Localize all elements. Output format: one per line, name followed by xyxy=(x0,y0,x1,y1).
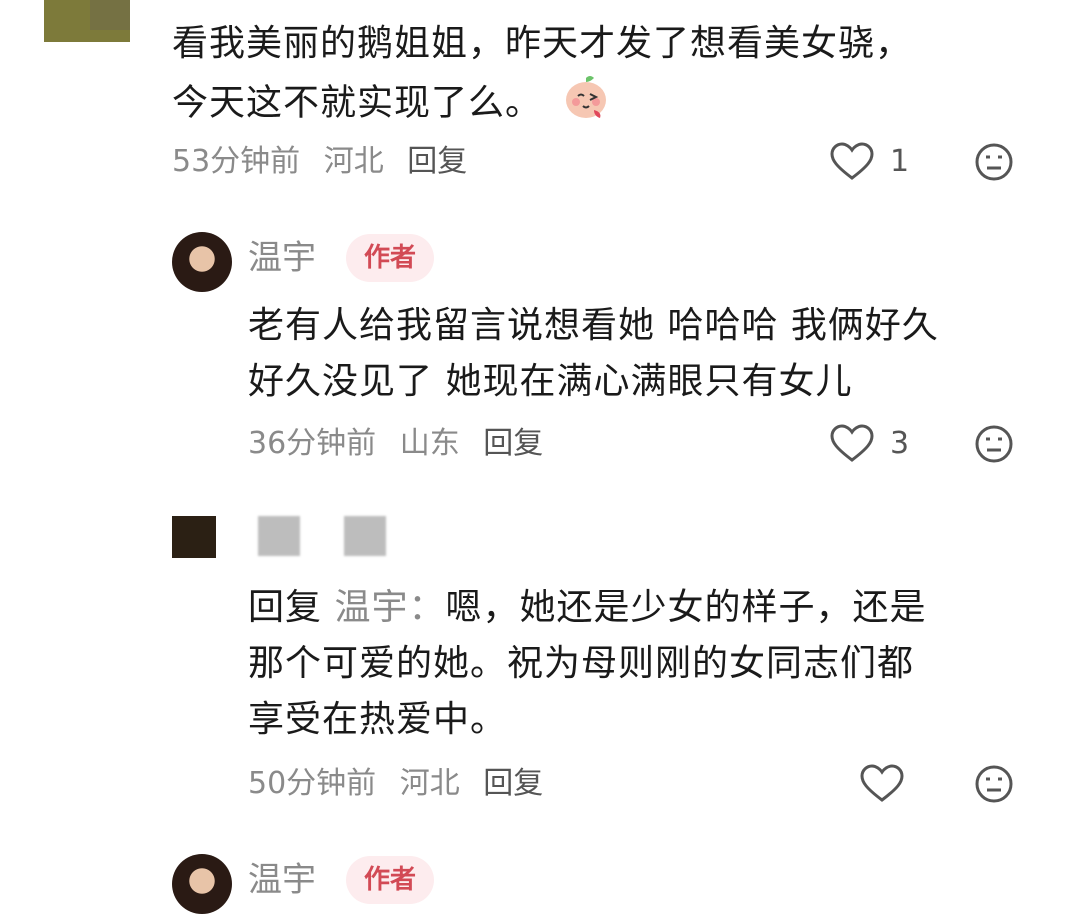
like-button[interactable] xyxy=(860,764,904,808)
like-button[interactable] xyxy=(830,424,874,468)
replier-name-redacted[interactable] xyxy=(258,516,300,556)
dislike-button[interactable] xyxy=(974,764,1014,808)
reply-meta: 36分钟前 山东 回复 xyxy=(248,424,557,464)
reply-button[interactable]: 回复 xyxy=(483,426,543,461)
reply-text-line: 老有人给我留言说想看她 哈哈哈 我俩好久 xyxy=(248,305,939,346)
avatar-replier[interactable] xyxy=(172,516,216,558)
like-count: 1 xyxy=(890,144,910,179)
reply-target-name[interactable]: 温宇： xyxy=(334,587,445,628)
neutral-face-icon xyxy=(975,765,1013,803)
neutral-face-icon xyxy=(975,425,1013,463)
author-name[interactable]: 温宇 xyxy=(248,856,316,904)
heart-outline-icon xyxy=(860,764,904,802)
comment-meta: 53分钟前 河北 回复 xyxy=(172,142,481,182)
blush-face-emoji-icon xyxy=(562,72,610,137)
reply-location: 河北 xyxy=(399,766,460,801)
avatar-author[interactable] xyxy=(172,232,232,292)
like-count: 3 xyxy=(890,426,910,461)
comment-text: 今天这不就实现了么。 xyxy=(172,82,543,124)
reply-text-line: 好久没见了 她现在满心满眼只有女儿 xyxy=(248,361,853,402)
comment-location: 河北 xyxy=(323,144,384,179)
neutral-face-icon xyxy=(975,143,1013,181)
author-name[interactable]: 温宇 xyxy=(248,234,316,282)
reply-time: 50分钟前 xyxy=(248,766,377,801)
reply-button[interactable]: 回复 xyxy=(483,766,543,801)
reply-text: 嗯，她还是少女的样子，还是 xyxy=(445,587,927,628)
author-badge: 作者 xyxy=(346,234,435,282)
reply-button[interactable]: 回复 xyxy=(407,144,467,179)
replier-name-redacted[interactable] xyxy=(344,516,386,556)
reply-time: 36分钟前 xyxy=(248,426,377,461)
avatar-top-commenter[interactable] xyxy=(44,0,130,42)
reply-meta: 50分钟前 河北 回复 xyxy=(248,764,557,804)
reply-text-line: 那个可爱的她。祝为母则刚的女同志们都 xyxy=(248,643,915,684)
heart-outline-icon xyxy=(830,142,874,180)
comment-text-line: 看我美丽的鹅姐姐，昨天才发了想看美女骁， xyxy=(172,23,913,64)
like-button[interactable] xyxy=(830,142,874,186)
author-badge: 作者 xyxy=(346,856,435,904)
avatar-author[interactable] xyxy=(172,854,232,914)
heart-outline-icon xyxy=(830,424,874,462)
reply-location: 山东 xyxy=(399,426,460,461)
dislike-button[interactable] xyxy=(974,142,1014,186)
reply-text-line: 享受在热爱中。 xyxy=(248,699,508,740)
comment-text-line: 今天这不就实现了么。 xyxy=(172,72,610,137)
reply-prefix: 回复 xyxy=(248,587,323,628)
comment-time: 53分钟前 xyxy=(172,144,301,179)
dislike-button[interactable] xyxy=(974,424,1014,468)
reply-text-line: 回复 温宇：嗯，她还是少女的样子，还是 xyxy=(248,580,927,636)
